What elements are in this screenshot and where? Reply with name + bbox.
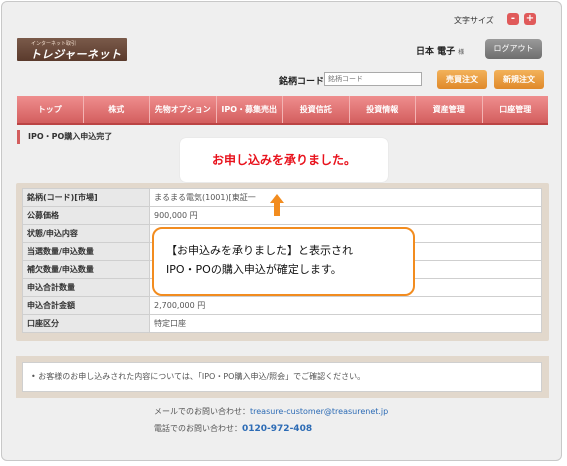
font-increase-button[interactable]: + [524, 13, 536, 25]
row-value: まるまる電気(1001)[東証一 [149, 188, 542, 207]
email-link[interactable]: treasure-customer@treasurenet.jp [250, 407, 388, 416]
trade-order-button[interactable]: 売買注文 [437, 70, 487, 89]
nav-item-top[interactable]: トップ [17, 96, 84, 123]
row-value: 2,700,000 円 [149, 296, 542, 315]
nav-item-funds[interactable]: 投資信託 [283, 96, 350, 123]
row-label: 申込合計数量 [22, 278, 150, 297]
row-label: 銘柄(コード)[市場] [22, 188, 150, 207]
page-title: IPO・PO購入申込完了 [17, 130, 112, 144]
nav-item-futures-options[interactable]: 先物オプション [150, 96, 217, 123]
nav-item-investment-info[interactable]: 投資情報 [350, 96, 416, 123]
nav-item-ipo[interactable]: IPO・募集売出 [217, 96, 283, 123]
phone-number: 0120-972-408 [242, 424, 313, 434]
user-name-text: 日本 電子 [416, 47, 456, 57]
email-contact-label: メールでのお問い合わせ： [154, 407, 250, 416]
up-arrow-icon [270, 194, 284, 216]
phone-contact: 電話でのお問い合わせ：0120-972-408 [154, 423, 312, 434]
row-label: 当選数量/申込数量 [22, 242, 150, 261]
row-label: 状態/申込内容 [22, 224, 150, 243]
table-row: 申込合計金額 2,700,000 円 [22, 296, 542, 315]
stock-code-label: 銘柄コード [279, 77, 325, 87]
nav-item-stocks[interactable]: 株式 [84, 96, 150, 123]
user-name: 日本 電子様 [416, 44, 464, 57]
confirmation-note: • お客様のお申し込みされた内容については、「IPO・PO購入申込/照会」でご確… [22, 362, 542, 392]
nav-item-account[interactable]: 口座管理 [483, 96, 549, 123]
explanation-bubble: 【お申込みを承りました】と表示され IPO・POの購入申込が確定します。 [152, 227, 415, 296]
nav-item-assets[interactable]: 資産管理 [416, 96, 483, 123]
explanation-line-1: 【お申込みを承りました】と表示され [166, 244, 353, 257]
email-contact: メールでのお問い合わせ：treasure-customer@treasurene… [154, 406, 388, 417]
font-size-label: 文字サイズ [454, 16, 494, 25]
new-order-button[interactable]: 新規注文 [494, 70, 544, 89]
row-label: 公募価格 [22, 206, 150, 225]
treasure-net-logo[interactable]: インターネット取引 トレジャーネット [17, 38, 127, 61]
row-value: 900,000 円 [149, 206, 542, 225]
app-window: 文字サイズ - + インターネット取引 トレジャーネット 日本 電子様 ログアウ… [1, 1, 562, 461]
font-decrease-button[interactable]: - [507, 13, 519, 25]
row-label: 申込合計金額 [22, 296, 150, 315]
confirmation-callout: お申し込みを承りました。 [180, 138, 388, 182]
table-row: 口座区分 特定口座 [22, 314, 542, 333]
stock-code-input[interactable] [324, 72, 422, 86]
user-suffix: 様 [458, 49, 465, 56]
row-label: 口座区分 [22, 314, 150, 333]
phone-contact-label: 電話でのお問い合わせ： [154, 424, 242, 433]
main-nav: トップ 株式 先物オプション IPO・募集売出 投資信託 投資情報 資産管理 口… [17, 96, 548, 125]
explanation-line-2: IPO・POの購入申込が確定します。 [166, 263, 342, 276]
row-value: 特定口座 [149, 314, 542, 333]
row-label: 補欠数量/申込数量 [22, 260, 150, 279]
logout-button[interactable]: ログアウト [485, 39, 542, 59]
logo-title: トレジャーネット [30, 48, 122, 61]
